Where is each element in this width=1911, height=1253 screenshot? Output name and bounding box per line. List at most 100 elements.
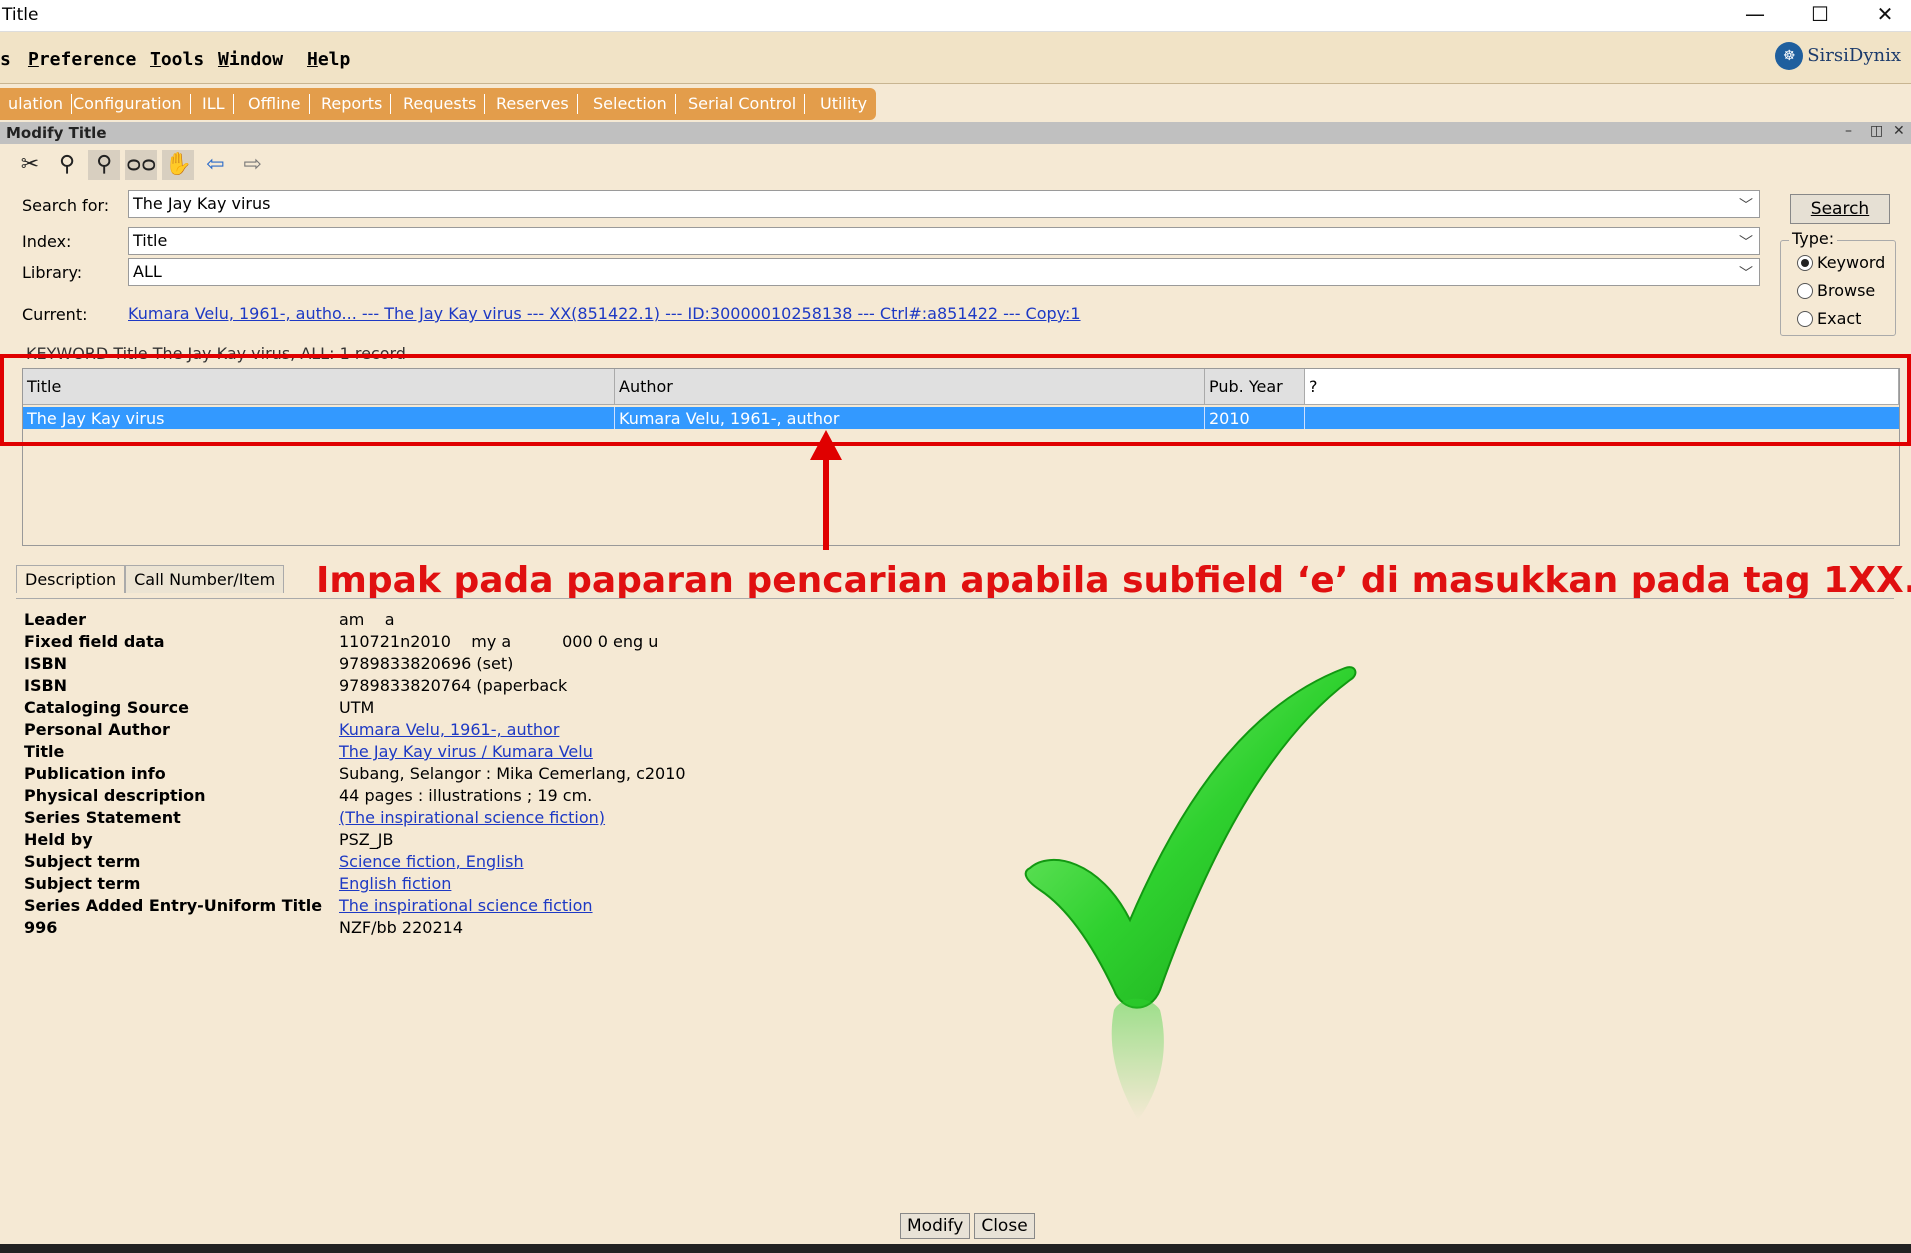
desc-label: Physical description (24, 786, 206, 805)
type-legend: Type: (1789, 229, 1838, 248)
desc-value: UTM (339, 698, 375, 717)
menu-item-window[interactable]: Window (218, 49, 283, 70)
desc-label: Title (24, 742, 65, 761)
up-arrow-icon (810, 430, 842, 460)
radio-icon (1797, 283, 1813, 299)
radio-exact[interactable]: Exact (1797, 309, 1861, 328)
search-for-input[interactable]: The Jay Kay virus ﹀ (128, 190, 1760, 218)
tab-reports[interactable]: Reports (313, 94, 392, 114)
desc-label: Subject term (24, 852, 141, 871)
menu-item-preference[interactable]: Preference (28, 49, 136, 70)
desc-value: 9789833820696 (set) (339, 654, 514, 673)
library-value: ALL (133, 262, 162, 281)
binoculars-clear-icon[interactable]: ✂ (14, 150, 46, 180)
desc-label: ISBN (24, 676, 68, 695)
menu-item-partial[interactable]: s (0, 49, 11, 70)
desc-label: Personal Author (24, 720, 170, 739)
desc-label: Fixed field data (24, 632, 165, 651)
current-label: Current: (22, 305, 88, 324)
radio-browse[interactable]: Browse (1797, 281, 1875, 300)
search-type-group: Type: Keyword Browse Exact (1780, 229, 1896, 336)
chevron-down-icon[interactable]: ﹀ (1739, 195, 1753, 215)
binoculars-search-icon[interactable]: ⚲ (51, 150, 83, 180)
menu-item-help[interactable]: Help (307, 49, 350, 70)
subwindow-restore-icon[interactable]: ◫ (1870, 123, 1883, 139)
tab-circulation[interactable]: ulation (0, 94, 73, 114)
binoculars-alt-icon[interactable]: ⚲ (88, 150, 121, 180)
window-title: Title (2, 5, 39, 25)
tab-call-number-item[interactable]: Call Number/Item (125, 565, 285, 593)
desc-value: am a (339, 610, 395, 629)
menu-bar: s Preference Tools Window Help ☸ SirsiDyn… (0, 32, 1911, 84)
desc-value: NZF/bb 220214 (339, 918, 463, 937)
desc-label: Cataloging Source (24, 698, 189, 717)
radio-keyword[interactable]: Keyword (1797, 253, 1885, 272)
subwindow-close-icon[interactable]: ✕ (1893, 123, 1905, 139)
desc-value: 110721n2010 my a 000 0 eng u (339, 632, 659, 651)
chevron-down-icon[interactable]: ﹀ (1739, 232, 1753, 252)
radio-icon (1797, 311, 1813, 327)
subwindow-titlebar: Modify Title – ◫ ✕ (0, 122, 1911, 144)
desc-link-series-added-entry[interactable]: The inspirational science fiction (339, 896, 593, 915)
close-window-button[interactable]: ✕ (1860, 0, 1910, 30)
tab-serial-control[interactable]: Serial Control (680, 94, 806, 114)
taskbar-strip (0, 1244, 1911, 1253)
chevron-down-icon[interactable]: ﹀ (1739, 263, 1753, 283)
tab-offline[interactable]: Offline (240, 94, 310, 114)
highlight-box (0, 354, 1911, 446)
module-tab-bar: ulation Configuration ILL Offline Report… (0, 88, 876, 120)
tab-ill[interactable]: ILL (194, 94, 234, 114)
subwindow-minimize-icon[interactable]: – (1845, 123, 1852, 139)
desc-label: Series Added Entry-Uniform Title (24, 896, 323, 915)
brand-name: SirsiDynix (1807, 45, 1901, 66)
index-select[interactable]: Title ﹀ (128, 227, 1760, 255)
desc-label: Publication info (24, 764, 166, 783)
desc-label: Subject term (24, 874, 141, 893)
desc-link-series-statement[interactable]: (The inspirational science fiction) (339, 808, 605, 827)
tab-configuration[interactable]: Configuration (65, 94, 191, 114)
maximize-button[interactable]: ☐ (1795, 0, 1845, 30)
forward-arrow-icon[interactable]: ⇨ (237, 150, 269, 180)
desc-link-title[interactable]: The Jay Kay virus / Kumara Velu (339, 742, 593, 761)
radio-selected-icon (1797, 255, 1813, 271)
close-button[interactable]: Close (974, 1213, 1035, 1239)
current-record-link[interactable]: Kumara Velu, 1961-, autho... --- The Jay… (128, 304, 1081, 323)
title-bar: Title — ☐ ✕ (0, 0, 1911, 32)
desc-label: 996 (24, 918, 58, 937)
desc-label: Held by (24, 830, 93, 849)
bottom-button-bar: Modify Close (900, 1213, 1039, 1239)
back-arrow-icon[interactable]: ⇦ (199, 150, 231, 180)
tab-reserves[interactable]: Reserves (488, 94, 578, 114)
tab-description[interactable]: Description (16, 565, 126, 593)
desc-value: 44 pages : illustrations ; 19 cm. (339, 786, 593, 805)
desc-value: 9789833820764 (paperback (339, 676, 568, 695)
up-arrow-shaft (823, 458, 829, 550)
desc-link-personal-author[interactable]: Kumara Velu, 1961-, author (339, 720, 559, 739)
checkmark-icon (1024, 666, 1357, 1120)
tab-utility[interactable]: Utility (812, 94, 875, 114)
tab-selection[interactable]: Selection (585, 94, 676, 114)
radio-label: Browse (1817, 281, 1876, 300)
index-label: Index: (22, 232, 72, 251)
search-button[interactable]: Search (1790, 194, 1890, 224)
desc-value: Subang, Selangor : Mika Cemerlang, c2010 (339, 764, 686, 783)
brand-logo: ☸ SirsiDynix (1775, 42, 1901, 70)
description-tab-bar: Description Call Number/Item (16, 565, 285, 593)
radio-label: Exact (1817, 309, 1862, 328)
glasses-icon[interactable]: ᴑᴑ (125, 150, 158, 180)
desc-label: Series Statement (24, 808, 181, 827)
index-value: Title (133, 231, 168, 250)
menu-item-tools[interactable]: Tools (150, 49, 204, 70)
hand-icon[interactable]: ✋ (162, 150, 195, 180)
tab-requests[interactable]: Requests (395, 94, 486, 114)
library-select[interactable]: ALL ﹀ (128, 258, 1760, 286)
desc-value: PSZ_JB (339, 830, 394, 849)
annotation-text: Impak pada paparan pencarian apabila sub… (316, 560, 1911, 601)
modify-button[interactable]: Modify (900, 1213, 971, 1239)
desc-link-subject-term[interactable]: English fiction (339, 874, 451, 893)
minimize-button[interactable]: — (1730, 0, 1780, 30)
desc-label: ISBN (24, 654, 68, 673)
library-label: Library: (22, 263, 83, 282)
desc-link-subject-term[interactable]: Science fiction, English (339, 852, 524, 871)
desc-label: Leader (24, 610, 87, 629)
